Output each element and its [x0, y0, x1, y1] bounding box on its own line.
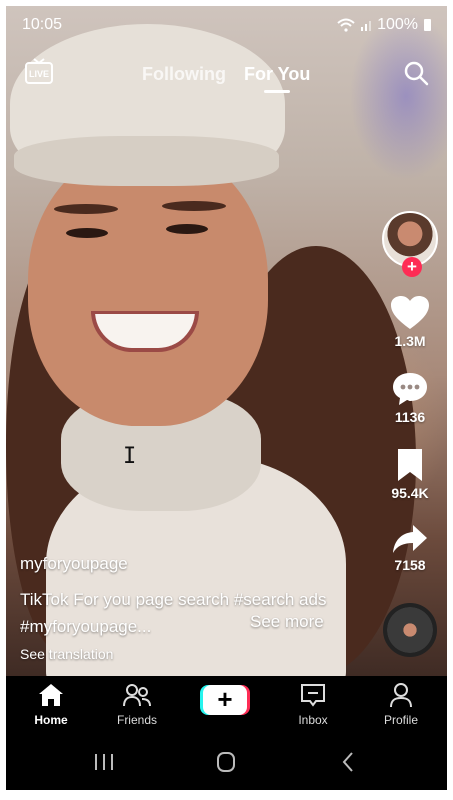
nav-inbox-label: Inbox: [298, 713, 328, 727]
like-button[interactable]: 1.3M: [381, 295, 439, 349]
music-disc-icon[interactable]: [383, 603, 437, 657]
share-button[interactable]: 7158: [381, 523, 439, 573]
tab-following[interactable]: Following: [142, 64, 226, 85]
bookmark-count: 95.4K: [391, 485, 429, 501]
text-cursor-icon: I: [123, 444, 137, 469]
search-icon[interactable]: [403, 60, 429, 86]
battery-level: 100%: [377, 16, 418, 33]
see-translation-link[interactable]: See translation: [20, 646, 350, 662]
nav-friends-label: Friends: [116, 713, 157, 727]
bookmark-icon: [398, 449, 422, 481]
eye-left: [66, 228, 108, 238]
battery-icon: [424, 19, 431, 31]
recent-apps-icon[interactable]: [84, 748, 124, 776]
clock: 10:05: [22, 16, 63, 33]
svg-text:LIVE: LIVE: [29, 69, 49, 79]
system-nav-bar: [6, 734, 447, 790]
status-icons: 100%: [337, 16, 431, 34]
profile-icon: [390, 683, 412, 708]
face: [28, 146, 268, 426]
nav-friends[interactable]: Friends: [102, 682, 172, 727]
creator-username[interactable]: myforyoupage: [20, 554, 350, 574]
comment-icon: [393, 373, 427, 405]
bottom-nav: Home Friends + Inbox Profile: [6, 676, 447, 734]
tab-for-you[interactable]: For You: [244, 64, 310, 85]
nav-profile-label: Profile: [383, 713, 418, 727]
share-arrow-icon: [393, 525, 427, 553]
action-rail: + 1.3M 1136 95.4K 7158: [381, 211, 439, 657]
bookmark-button[interactable]: 95.4K: [381, 447, 439, 501]
nav-home-label: Home: [34, 713, 68, 727]
home-icon: [39, 684, 63, 706]
hat-band: [14, 136, 279, 186]
signal-icon: [361, 21, 372, 31]
nav-inbox[interactable]: Inbox: [278, 682, 348, 727]
brow-right: [162, 201, 226, 211]
see-more-link[interactable]: See more: [250, 612, 324, 632]
inbox-icon: [301, 684, 325, 707]
comment-button[interactable]: 1136: [381, 371, 439, 425]
status-bar: 10:05 100%: [22, 16, 431, 36]
active-tab-indicator: [264, 90, 290, 93]
create-button[interactable]: +: [200, 685, 250, 715]
live-tv-icon[interactable]: LIVE: [24, 58, 54, 86]
share-count: 7158: [394, 557, 426, 573]
comment-count: 1136: [394, 409, 426, 425]
brow-left: [54, 204, 118, 214]
like-count: 1.3M: [394, 333, 426, 349]
description-line-1: TikTok For you page search #search ads: [20, 590, 327, 609]
heart-icon: [391, 296, 429, 329]
friends-icon: [123, 684, 151, 707]
plus-icon: +: [203, 685, 247, 715]
video-caption: myforyoupage TikTok For you page search …: [20, 554, 350, 662]
creator-avatar[interactable]: +: [382, 211, 438, 277]
home-system-icon[interactable]: [206, 748, 246, 776]
nav-home[interactable]: Home: [16, 682, 86, 727]
eye-right: [166, 224, 208, 234]
nav-profile[interactable]: Profile: [366, 682, 436, 727]
wifi-icon: [337, 18, 355, 32]
phone-screen: I 10:05 100% LIVE Following For You + 1.…: [6, 6, 447, 790]
back-icon[interactable]: [328, 748, 368, 776]
top-nav: LIVE Following For You: [6, 54, 447, 94]
follow-plus-icon[interactable]: +: [402, 257, 422, 277]
